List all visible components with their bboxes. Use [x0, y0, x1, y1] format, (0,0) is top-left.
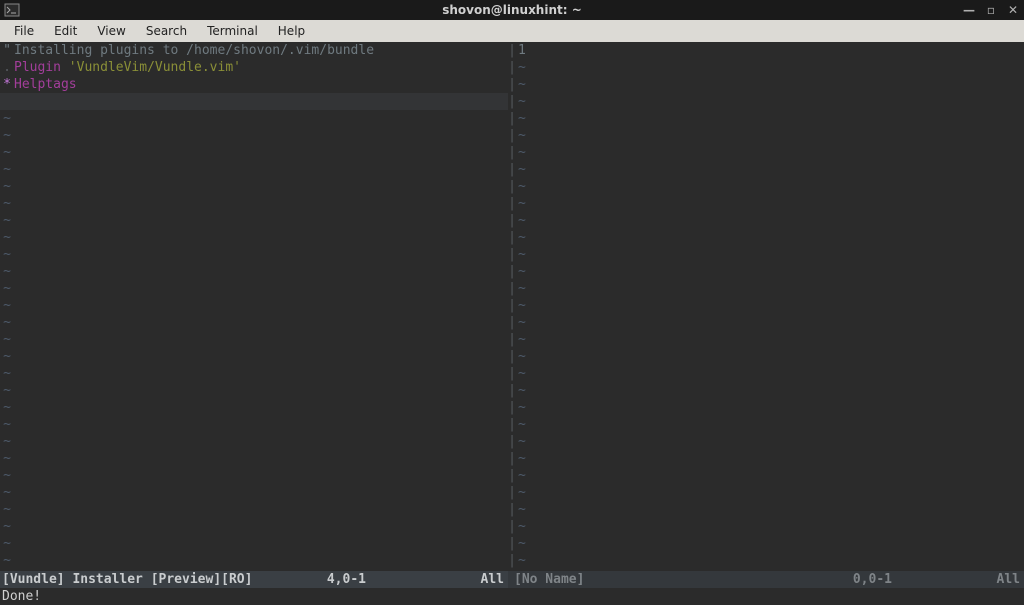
- tilde: ~: [516, 127, 1024, 144]
- tilde: ~: [516, 399, 1024, 416]
- vim-message: Done!: [2, 589, 41, 604]
- tilde: ~: [516, 433, 1024, 450]
- cursor-line: [0, 93, 508, 110]
- tilde: ~: [0, 127, 14, 144]
- tilde: ~: [516, 518, 1024, 535]
- tilde: ~: [0, 450, 14, 467]
- status-left-cursor-pos: 4,0-1: [252, 571, 476, 588]
- tilde: ~: [0, 246, 14, 263]
- tilde: ~: [0, 110, 14, 127]
- tilde: ~: [0, 416, 14, 433]
- tilde: ~: [0, 331, 14, 348]
- status-left-scroll: All: [476, 571, 508, 588]
- minimize-button[interactable]: —: [962, 3, 976, 17]
- helptags-keyword: Helptags: [14, 77, 77, 92]
- plugin-name: 'VundleVim/Vundle.vim': [69, 60, 241, 75]
- tilde: ~: [0, 518, 14, 535]
- tilde: ~: [0, 399, 14, 416]
- status-right-scroll: All: [992, 571, 1024, 588]
- vim-statusline: [Vundle] Installer [Preview][RO] 4,0-1 A…: [0, 571, 1024, 588]
- tilde: ~: [516, 484, 1024, 501]
- menu-file[interactable]: File: [6, 22, 42, 40]
- maximize-button[interactable]: ▫: [984, 3, 998, 17]
- tilde: ~: [516, 161, 1024, 178]
- plugin-keyword: Plugin: [14, 60, 61, 75]
- vundle-install-comment: Installing plugins to /home/shovon/.vim/…: [14, 43, 374, 58]
- vim-left-pane[interactable]: "Installing plugins to /home/shovon/.vim…: [0, 42, 508, 605]
- tilde: ~: [0, 212, 14, 229]
- tilde: ~: [516, 212, 1024, 229]
- tilde: ~: [516, 416, 1024, 433]
- tilde: ~: [516, 450, 1024, 467]
- menu-view[interactable]: View: [89, 22, 133, 40]
- tilde: ~: [516, 110, 1024, 127]
- vim-message-line: Done!: [0, 588, 1024, 605]
- tilde: ~: [516, 280, 1024, 297]
- menu-terminal[interactable]: Terminal: [199, 22, 266, 40]
- tilde: ~: [516, 263, 1024, 280]
- status-left-buffer-name: [Vundle] Installer [Preview][RO]: [2, 571, 252, 588]
- window-titlebar: shovon@linuxhint: ~ — ▫ ✕: [0, 0, 1024, 20]
- statusline-right-pane: [No Name] 0,0-1 All: [508, 571, 1024, 588]
- tilde: ~: [0, 535, 14, 552]
- tilde: ~: [0, 263, 14, 280]
- terminal-area[interactable]: "Installing plugins to /home/shovon/.vim…: [0, 42, 1024, 605]
- tilde: ~: [516, 229, 1024, 246]
- tilde: ~: [0, 297, 14, 314]
- tilde: ~: [0, 314, 14, 331]
- tilde: ~: [0, 348, 14, 365]
- line-marker: .: [0, 59, 14, 76]
- tilde: ~: [0, 280, 14, 297]
- tilde: ~: [0, 365, 14, 382]
- tilde: ~: [516, 331, 1024, 348]
- tilde: ~: [0, 467, 14, 484]
- menu-help[interactable]: Help: [270, 22, 313, 40]
- tilde: ~: [0, 501, 14, 518]
- tilde: ~: [516, 501, 1024, 518]
- vim-right-pane[interactable]: 1 ~ ~ ~ ~ ~ ~ ~ ~ ~ ~ ~ ~ ~ ~ ~ ~ ~ ~ ~ …: [516, 42, 1024, 605]
- tilde: ~: [0, 229, 14, 246]
- tilde: ~: [0, 484, 14, 501]
- tilde: ~: [516, 467, 1024, 484]
- tilde: ~: [516, 93, 1024, 110]
- tilde: ~: [516, 382, 1024, 399]
- vertical-split[interactable]: ||||| ||||| ||||| ||||| ||||| ||||| |: [508, 42, 516, 605]
- window-title: shovon@linuxhint: ~: [442, 3, 582, 17]
- tilde: ~: [516, 348, 1024, 365]
- tilde: ~: [516, 246, 1024, 263]
- tilde: ~: [516, 552, 1024, 569]
- terminal-icon: [4, 2, 20, 18]
- tilde: ~: [516, 144, 1024, 161]
- menu-edit[interactable]: Edit: [46, 22, 85, 40]
- statusline-left-pane: [Vundle] Installer [Preview][RO] 4,0-1 A…: [0, 571, 508, 588]
- tilde: ~: [516, 535, 1024, 552]
- menu-search[interactable]: Search: [138, 22, 195, 40]
- tilde: ~: [516, 76, 1024, 93]
- window-controls: — ▫ ✕: [962, 0, 1020, 20]
- tilde: ~: [0, 552, 14, 569]
- tilde: ~: [516, 365, 1024, 382]
- tilde: ~: [0, 144, 14, 161]
- tilde: ~: [516, 195, 1024, 212]
- tilde: ~: [516, 314, 1024, 331]
- status-right-buffer-name: [No Name]: [514, 571, 584, 588]
- close-button[interactable]: ✕: [1006, 3, 1020, 17]
- tilde: ~: [516, 178, 1024, 195]
- tilde: ~: [0, 195, 14, 212]
- tilde: ~: [0, 382, 14, 399]
- line-marker: *: [0, 76, 14, 93]
- tilde: ~: [0, 161, 14, 178]
- line-marker: ": [0, 42, 14, 59]
- status-right-cursor-pos: 0,0-1: [584, 571, 992, 588]
- tilde: ~: [0, 433, 14, 450]
- right-first-col: 1: [518, 43, 526, 58]
- tilde: ~: [516, 297, 1024, 314]
- tilde: ~: [0, 178, 14, 195]
- menubar: File Edit View Search Terminal Help: [0, 20, 1024, 42]
- tilde: ~: [516, 59, 1024, 76]
